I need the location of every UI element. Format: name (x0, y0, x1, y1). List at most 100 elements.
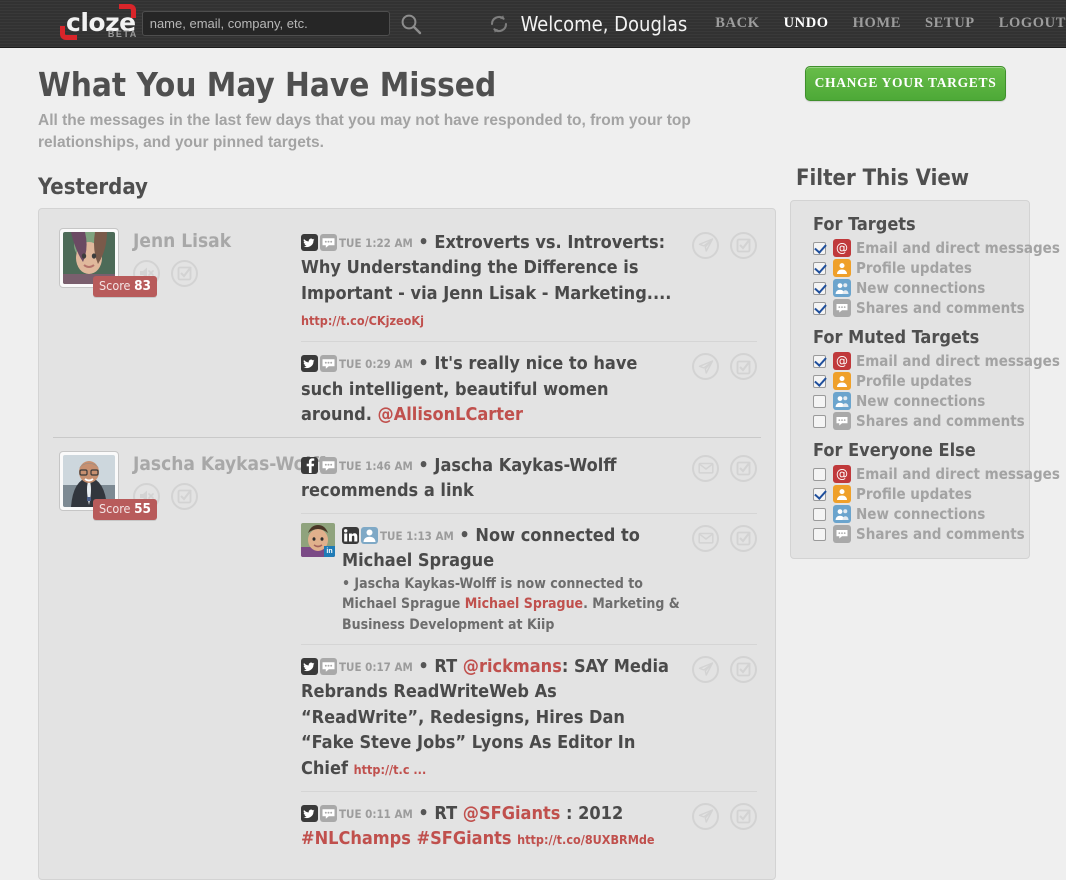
score-value: 83 (134, 277, 151, 294)
filter-group-muted-heading: For Muted Targets (813, 327, 980, 348)
message-timestamp: TUE 0:17 AM (339, 659, 413, 674)
linkedin-icon (342, 526, 359, 544)
message-timestamp: TUE 0:29 AM (339, 357, 413, 372)
checkbox[interactable] (813, 394, 826, 408)
filter-row-everyone-shares[interactable]: Shares and comments (813, 524, 1025, 544)
filter-row-everyone-connections[interactable]: New connections (813, 504, 1017, 524)
checkbox[interactable] (813, 281, 826, 295)
message-mention[interactable]: @AllisonLCarter (378, 404, 524, 425)
message-timestamp: TUE 1:22 AM (339, 235, 413, 250)
message-hashtag[interactable]: #NLChamps (301, 828, 411, 849)
avatar[interactable]: Score 55 (59, 450, 157, 520)
score-label: Score (99, 500, 131, 516)
mark-done-icon[interactable] (730, 802, 757, 830)
bullet: • (459, 524, 470, 546)
nav-setup[interactable]: SETUP (925, 15, 975, 32)
send-icon[interactable] (692, 231, 719, 259)
filter-label: Shares and comments (856, 299, 1025, 317)
mark-done-icon[interactable] (730, 655, 757, 683)
checkbox[interactable] (813, 354, 826, 368)
message-text-container: TUE 1:22 AM • Extroverts vs. Introverts:… (301, 230, 680, 332)
connections-icon (833, 392, 851, 410)
mark-done-icon[interactable] (730, 454, 757, 482)
twitter-icon (301, 804, 318, 822)
svg-text:@: @ (836, 354, 848, 368)
refresh-icon[interactable] (487, 12, 511, 36)
search-input[interactable] (141, 11, 390, 36)
mark-done-icon[interactable] (730, 524, 757, 552)
nav-back[interactable]: BACK (715, 15, 759, 32)
score-label: Score (99, 277, 131, 293)
filter-row-everyone-email[interactable]: @ Email and direct messages (813, 464, 1060, 484)
filter-group-targets-heading: For Targets (813, 214, 916, 235)
checkbox[interactable] (813, 487, 826, 501)
message-retweet-prefix: RT (434, 802, 463, 824)
top-header-bar: cloze BETA Welcome, Douglas BACK UNDO HO… (0, 0, 1066, 48)
mail-icon[interactable] (692, 524, 719, 552)
message-link[interactable]: http://t.co/CKjzeoKj (301, 313, 424, 328)
connection-thumbnail: in (301, 522, 335, 557)
mail-icon[interactable] (692, 454, 719, 482)
filter-row-muted-connections[interactable]: New connections (813, 391, 1017, 411)
message-text-container: TUE 1:13 AM • Now connected to Michael S… (342, 523, 680, 574)
message-text: : 2012 (560, 802, 624, 824)
message-link[interactable]: http://t.c ... (354, 762, 427, 777)
send-icon[interactable] (692, 802, 719, 830)
bullet: • (418, 454, 429, 476)
message-hashtag[interactable]: #SFGiants (417, 828, 512, 849)
nav-logout[interactable]: LOGOUT (999, 15, 1066, 32)
checkbox[interactable] (813, 507, 826, 521)
chat-icon (833, 412, 851, 430)
filter-label: New connections (856, 279, 986, 297)
search-icon[interactable] (400, 13, 422, 35)
message-subtext-link[interactable]: Michael Sprague (465, 596, 583, 612)
avatar[interactable]: Score 83 (59, 227, 157, 297)
mark-done-icon[interactable] (730, 353, 757, 381)
profile-icon (833, 259, 851, 277)
message-row: TUE 0:17 AM • RT @rickmans: SAY Media Re… (301, 643, 757, 791)
message-link[interactable]: http://t.co/8UXBRMde (517, 832, 654, 847)
cloze-logo[interactable]: cloze BETA (60, 3, 136, 45)
message-mention[interactable]: @rickmans (463, 656, 562, 677)
message-mention[interactable]: @SFGiants (463, 803, 561, 824)
send-icon[interactable] (692, 655, 719, 683)
message-row: TUE 1:22 AM • Extroverts vs. Introverts:… (301, 228, 757, 341)
filter-row-everyone-profile[interactable]: Profile updates (813, 484, 1017, 504)
mark-done-icon[interactable] (730, 231, 757, 259)
chat-bubble-icon (320, 657, 337, 675)
mark-done-icon[interactable] (171, 482, 198, 510)
checkbox[interactable] (813, 467, 826, 481)
chat-icon (833, 299, 851, 317)
checkbox[interactable] (813, 527, 826, 541)
nav-home[interactable]: HOME (853, 15, 901, 32)
filter-row-targets-shares[interactable]: Shares and comments (813, 298, 1025, 318)
checkbox[interactable] (813, 414, 826, 428)
linkedin-badge-icon: in (324, 545, 335, 557)
checkbox[interactable] (813, 241, 826, 255)
message-list: TUE 1:22 AM • Extroverts vs. Introverts:… (301, 228, 761, 437)
mark-done-icon[interactable] (171, 259, 198, 287)
filter-row-muted-profile[interactable]: Profile updates (813, 371, 1017, 391)
checkbox[interactable] (813, 374, 826, 388)
message-row: TUE 0:29 AM • It's really nice to have s… (301, 341, 757, 437)
filter-row-targets-profile[interactable]: Profile updates (813, 258, 1017, 278)
logo-beta-label: BETA (107, 28, 138, 39)
send-icon[interactable] (692, 353, 719, 381)
nav-undo[interactable]: UNDO (784, 15, 829, 32)
filter-label: New connections (856, 392, 986, 410)
checkbox[interactable] (813, 261, 826, 275)
main-content-column: What You May Have Missed All the message… (38, 66, 776, 880)
filter-row-muted-email[interactable]: @ Email and direct messages (813, 351, 1060, 371)
message-timestamp: TUE 0:11 AM (339, 806, 413, 821)
person-icon (361, 526, 378, 544)
filter-row-targets-email[interactable]: @ Email and direct messages (813, 238, 1060, 258)
message-actions (692, 351, 757, 428)
chat-bubble-icon (320, 456, 337, 474)
message-timestamp: TUE 1:46 AM (339, 458, 413, 473)
filter-row-muted-shares[interactable]: Shares and comments (813, 411, 1025, 431)
chat-bubble-icon (320, 355, 337, 373)
checkbox[interactable] (813, 301, 826, 315)
message-row: TUE 1:46 AM • Jascha Kaykas-Wolff recomm… (301, 451, 757, 513)
filter-row-targets-connections[interactable]: New connections (813, 278, 1017, 298)
change-targets-button[interactable]: CHANGE YOUR TARGETS (805, 66, 1006, 101)
